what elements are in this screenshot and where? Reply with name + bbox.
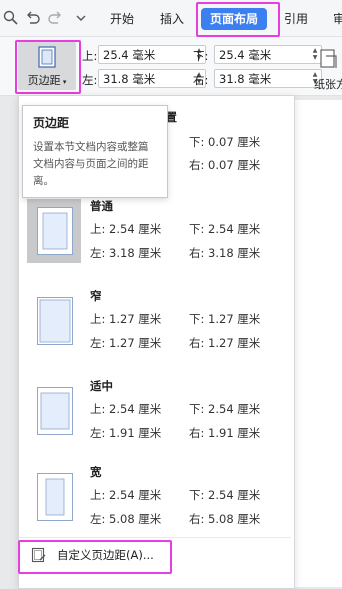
- preset-left-value: 左: 1.91 厘米: [90, 426, 162, 440]
- tab-references[interactable]: 引用: [284, 9, 308, 29]
- bottom-margin-input[interactable]: 25.4 毫米 ▲ ▼: [214, 45, 322, 64]
- preset-name: 普通: [90, 199, 113, 213]
- margins-button-label: 页边距: [27, 74, 61, 87]
- top-margin-label: 上:: [82, 49, 98, 63]
- preset-narrow[interactable]: 窄 上: 1.27 厘米 下: 1.27 厘米 左: 1.27 厘米 右: 1.…: [19, 286, 294, 374]
- preset-thumb-selected: [27, 199, 81, 263]
- tab-start[interactable]: 开始: [110, 9, 134, 29]
- preset-top-value: 上: 2.54 厘米: [90, 488, 162, 502]
- right-margin-value: 31.8 毫米: [219, 72, 272, 86]
- margins-tooltip: 页边距 设置本节文档内容或整篇文档内容与页面之间的距离。: [22, 105, 168, 198]
- preset-left-value: 左: 1.27 厘米: [90, 336, 162, 350]
- preset-name: 适中: [90, 379, 113, 393]
- tooltip-title: 页边距: [33, 116, 70, 130]
- preset-right-value: 右: 3.18 厘米: [189, 246, 261, 260]
- preset-bottom-value: 下: 2.54 厘米: [189, 402, 261, 416]
- top-margin-input[interactable]: 25.4 毫米 ▲ ▼: [98, 45, 206, 64]
- redo-icon[interactable]: [46, 9, 64, 27]
- chevron-down-icon: ▾: [60, 78, 67, 86]
- menu-bar: 开始 插入 页面布局 引用 审: [0, 0, 342, 37]
- preset-right-value: 右: 5.08 厘米: [189, 512, 261, 526]
- custom-margins-label: 自定义页边距(A)...: [57, 548, 154, 562]
- bottom-margin-label: 下:: [193, 49, 209, 63]
- left-margin-input[interactable]: 31.8 毫米 ▲ ▼: [98, 69, 206, 88]
- preset-top-value: 上: 2.54 厘米: [90, 402, 162, 416]
- orientation-label: 纸张方: [314, 78, 342, 91]
- chevron-down-icon[interactable]: [72, 9, 90, 27]
- preset-bottom-value: 下: 2.54 厘米: [189, 222, 261, 236]
- custom-margins-button[interactable]: 自定义页边距(A)...: [19, 541, 291, 569]
- tab-insert[interactable]: 插入: [160, 9, 184, 29]
- right-margin-label: 右:: [193, 73, 209, 87]
- left-margin-label: 左:: [82, 73, 98, 87]
- preset-name: 宽: [90, 465, 102, 479]
- page-margin-thumbnail-icon: [37, 387, 73, 435]
- preset-top-value: 上: 1.27 厘米: [90, 312, 162, 326]
- preset-normal[interactable]: 普通 上: 2.54 厘米 下: 2.54 厘米 左: 3.18 厘米 右: 3…: [19, 196, 294, 284]
- page-margin-thumbnail-icon: [37, 297, 73, 345]
- tooltip-body: 设置本节文档内容或整篇文档内容与页面之间的距离。: [33, 141, 149, 187]
- preset-bottom-value: 下: 2.54 厘米: [189, 488, 261, 502]
- orientation-icon: [320, 49, 337, 68]
- page-margin-thumbnail-icon: [37, 473, 73, 521]
- preset-right-value: 右: 1.91 厘米: [189, 426, 261, 440]
- undo-icon[interactable]: [24, 9, 42, 27]
- preset-right-value: 右: 1.27 厘米: [189, 336, 261, 350]
- preset-top-value: 上: 2.54 厘米: [90, 222, 162, 236]
- custom-margins-icon: [31, 547, 46, 563]
- left-margin-value: 31.8 毫米: [103, 72, 156, 86]
- preset-bottom-value: 下: 0.07 厘米: [189, 135, 261, 149]
- preset-left-value: 左: 3.18 厘米: [90, 246, 162, 260]
- top-margin-value: 25.4 毫米: [103, 48, 156, 62]
- print-preview-icon[interactable]: [2, 9, 20, 27]
- preset-thumb: [27, 289, 81, 353]
- tab-page-layout[interactable]: 页面布局: [201, 8, 268, 30]
- preset-left-value: 左: 5.08 厘米: [90, 512, 162, 526]
- bottom-margin-value: 25.4 毫米: [219, 48, 272, 62]
- right-margin-input[interactable]: 31.8 毫米 ▲ ▼: [214, 69, 322, 88]
- tab-review[interactable]: 审: [333, 9, 342, 29]
- preset-moderate[interactable]: 适中 上: 2.54 厘米 下: 2.54 厘米 左: 1.91 厘米 右: 1…: [19, 376, 294, 464]
- margins-button[interactable]: 页边距 ▾: [18, 42, 76, 90]
- page-margin-thumbnail-icon: [37, 207, 73, 255]
- preset-name: 窄: [90, 289, 102, 303]
- divider: [19, 537, 291, 538]
- page-margins-icon: [38, 46, 56, 68]
- preset-right-value: 右: 0.07 厘米: [189, 158, 261, 172]
- preset-thumb: [27, 465, 81, 529]
- preset-thumb: [27, 379, 81, 443]
- orientation-button[interactable]: 纸张方: [310, 46, 342, 91]
- preset-bottom-value: 下: 1.27 厘米: [189, 312, 261, 326]
